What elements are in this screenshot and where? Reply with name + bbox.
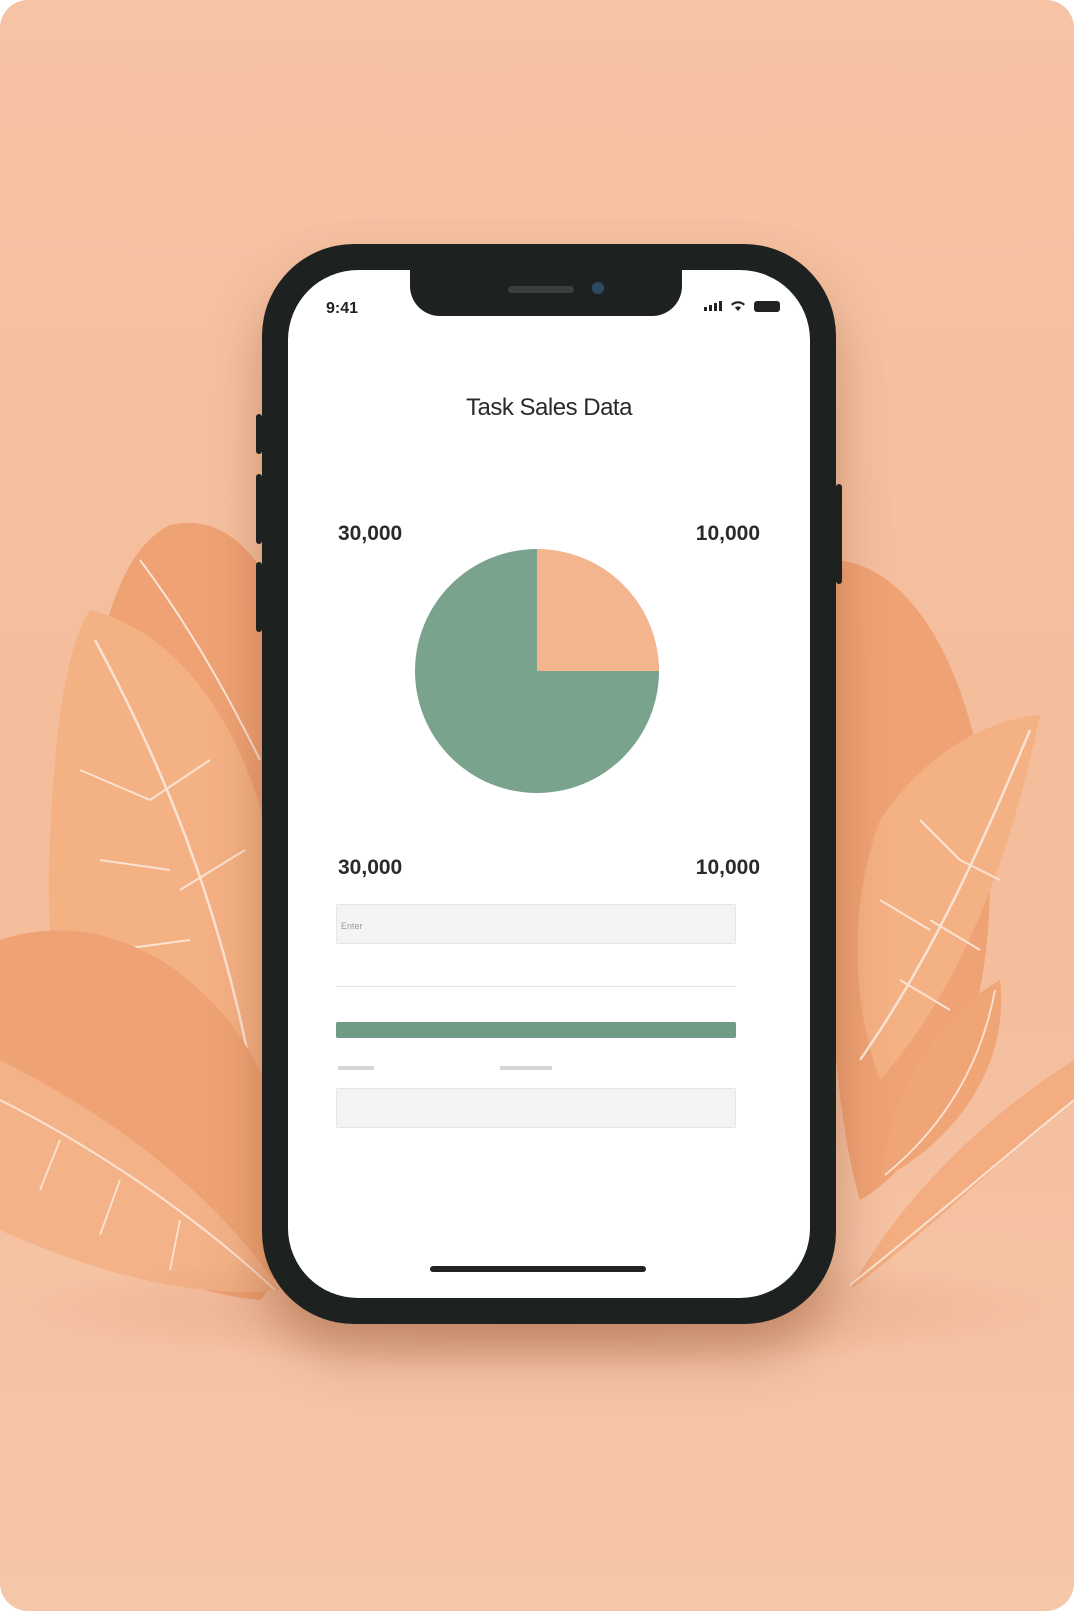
caption-right <box>500 1066 552 1070</box>
volume-down-button-2 <box>256 562 262 632</box>
secondary-input[interactable] <box>336 1088 736 1128</box>
page-title: Task Sales Data <box>466 394 632 421</box>
metric-mid-left: 30,000 <box>338 856 403 879</box>
text-input[interactable]: Enter <box>336 904 736 944</box>
text-input-placeholder: Enter <box>341 921 363 931</box>
front-camera <box>592 282 604 294</box>
metric-top-left: 30,000 <box>338 522 403 545</box>
phone-screen: 9:41 Task Sales Data 30,000 10,000 30,00… <box>288 270 810 1298</box>
battery-icon <box>754 300 780 312</box>
volume-up-button <box>256 414 262 454</box>
volume-down-button <box>256 474 262 544</box>
status-icons <box>704 300 780 312</box>
signal-icon <box>704 301 722 311</box>
power-button <box>836 484 842 584</box>
progress-fill <box>336 1022 736 1038</box>
progress-bar <box>336 1022 736 1038</box>
notch <box>410 270 682 316</box>
divider <box>336 986 736 987</box>
home-indicator[interactable] <box>430 1266 646 1272</box>
wifi-icon <box>731 301 745 311</box>
status-time: 9:41 <box>326 300 359 317</box>
metric-top-right: 10,000 <box>695 522 760 545</box>
speaker <box>508 286 574 293</box>
phone-mockup: 9:41 Task Sales Data 30,000 10,000 30,00… <box>256 244 842 1324</box>
pie-chart <box>415 549 659 793</box>
caption-left <box>338 1066 374 1070</box>
metric-mid-right: 10,000 <box>695 856 760 879</box>
pie-slice-1 <box>537 549 659 671</box>
background: 9:41 Task Sales Data 30,000 10,000 30,00… <box>0 0 1074 1611</box>
